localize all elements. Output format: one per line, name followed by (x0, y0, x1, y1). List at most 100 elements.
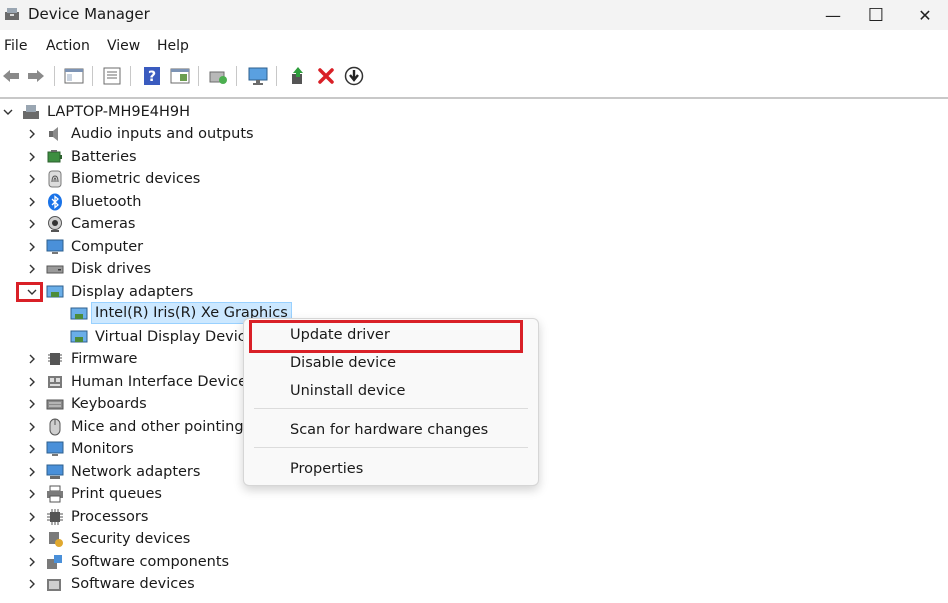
tree-item-security[interactable]: Security devices (0, 528, 948, 550)
processor-icon (47, 509, 63, 525)
scan-hardware-button[interactable] (207, 65, 229, 87)
chevron-right-icon[interactable] (24, 126, 40, 142)
tree-item-print-queues[interactable]: Print queues (0, 483, 948, 505)
forward-icon (28, 70, 44, 82)
view-button[interactable] (169, 65, 191, 87)
monitor-button[interactable] (247, 65, 269, 87)
uninstall-device-button[interactable] (315, 65, 337, 87)
menu-item-disable-device[interactable]: Disable device (290, 355, 396, 371)
uninstall-icon (318, 68, 334, 84)
window-title: Device Manager (28, 5, 150, 23)
tree-item-bluetooth[interactable]: Bluetooth (0, 191, 948, 213)
menu-action[interactable]: Action (46, 38, 90, 54)
tree-root[interactable]: LAPTOP-MH9E4H9H (0, 101, 948, 123)
firmware-chip-icon (48, 353, 62, 365)
chevron-right-icon[interactable] (24, 239, 40, 255)
tree-item-software-components[interactable]: Software components (0, 551, 948, 573)
properties-pane-icon (64, 68, 84, 84)
menu-separator (254, 408, 528, 409)
title-bar: Device Manager — ☐ ✕ (0, 0, 948, 30)
maximize-button[interactable]: ☐ (853, 0, 899, 30)
chevron-right-icon[interactable] (24, 441, 40, 457)
back-button[interactable] (0, 65, 22, 87)
update-driver-toolbar-button[interactable] (343, 65, 365, 87)
display-adapter-icon (70, 307, 88, 320)
category-label: Bluetooth (71, 194, 142, 210)
menu-help[interactable]: Help (157, 38, 189, 54)
software-device-icon (47, 579, 61, 591)
menu-view[interactable]: View (107, 38, 140, 54)
category-label: Human Interface Devices (71, 374, 255, 390)
display-adapter-icon (46, 285, 64, 298)
minimize-button[interactable]: — (810, 0, 856, 30)
toolbar-separator (130, 66, 131, 86)
highlight-update-driver (249, 320, 523, 353)
tree-item-audio[interactable]: Audio inputs and outputs (0, 123, 948, 145)
chevron-right-icon[interactable] (24, 261, 40, 277)
camera-icon (48, 216, 62, 232)
tree-item-computer[interactable]: Computer (0, 236, 948, 258)
menu-bar: File Action View Help (0, 34, 948, 58)
chevron-right-icon[interactable] (24, 464, 40, 480)
show-hide-console-button[interactable] (63, 65, 85, 87)
category-label: Computer (71, 239, 144, 255)
menu-file[interactable]: File (4, 38, 27, 54)
enable-icon (292, 67, 303, 84)
chevron-right-icon[interactable] (24, 509, 40, 525)
disk-drive-icon (46, 265, 64, 274)
view-icon (170, 68, 190, 84)
chevron-right-icon[interactable] (24, 216, 40, 232)
toolbar-divider (0, 97, 948, 99)
computer-root-icon (23, 105, 39, 119)
chevron-down-icon[interactable] (0, 104, 16, 120)
toolbar-separator (276, 66, 277, 86)
category-label: Network adapters (71, 464, 201, 480)
menu-separator (254, 447, 528, 448)
toolbar-separator (236, 66, 237, 86)
toolbar-separator (92, 66, 93, 86)
chevron-right-icon[interactable] (24, 576, 40, 592)
tree-item-disk-drives[interactable]: Disk drives (0, 258, 948, 280)
tree-item-display-adapters[interactable]: Display adapters (0, 281, 948, 303)
category-label: Monitors (71, 441, 134, 457)
keyboard-icon (46, 399, 64, 410)
forward-button[interactable] (25, 65, 47, 87)
computer-icon (46, 239, 64, 254)
chevron-right-icon[interactable] (24, 194, 40, 210)
chevron-right-icon[interactable] (24, 486, 40, 502)
chevron-right-icon[interactable] (24, 531, 40, 547)
monitor-icon (46, 441, 64, 456)
category-label: Audio inputs and outputs (71, 126, 254, 142)
properties-button[interactable] (101, 65, 123, 87)
tree-item-software-devices[interactable]: Software devices (0, 573, 948, 595)
menu-item-uninstall-device[interactable]: Uninstall device (290, 383, 405, 399)
category-label: Display adapters (71, 284, 194, 300)
chevron-right-icon[interactable] (24, 554, 40, 570)
close-button[interactable]: ✕ (902, 0, 948, 30)
chevron-right-icon[interactable] (24, 396, 40, 412)
tree-item-cameras[interactable]: Cameras (0, 213, 948, 235)
software-component-icon (47, 555, 62, 569)
help-button[interactable]: ? (141, 65, 163, 87)
chevron-right-icon[interactable] (24, 419, 40, 435)
printer-icon (47, 485, 63, 503)
menu-item-scan-hardware[interactable]: Scan for hardware changes (290, 422, 488, 438)
toolbar-separator (198, 66, 199, 86)
category-label: Processors (71, 509, 149, 525)
enable-device-button[interactable] (287, 65, 309, 87)
menu-item-properties[interactable]: Properties (290, 461, 363, 477)
tree-item-biometric[interactable]: Biometric devices (0, 168, 948, 190)
chevron-right-icon[interactable] (24, 374, 40, 390)
category-label: Firmware (71, 351, 138, 367)
scan-icon (209, 71, 227, 84)
chevron-right-icon[interactable] (24, 351, 40, 367)
bluetooth-icon (48, 193, 62, 211)
chevron-right-icon[interactable] (24, 149, 40, 165)
category-label: Software devices (71, 576, 195, 592)
category-label: Print queues (71, 486, 162, 502)
svg-text:?: ? (148, 69, 156, 85)
chevron-right-icon[interactable] (24, 171, 40, 187)
tree-item-batteries[interactable]: Batteries (0, 146, 948, 168)
tree-item-processors[interactable]: Processors (0, 506, 948, 528)
properties-icon (103, 67, 121, 85)
